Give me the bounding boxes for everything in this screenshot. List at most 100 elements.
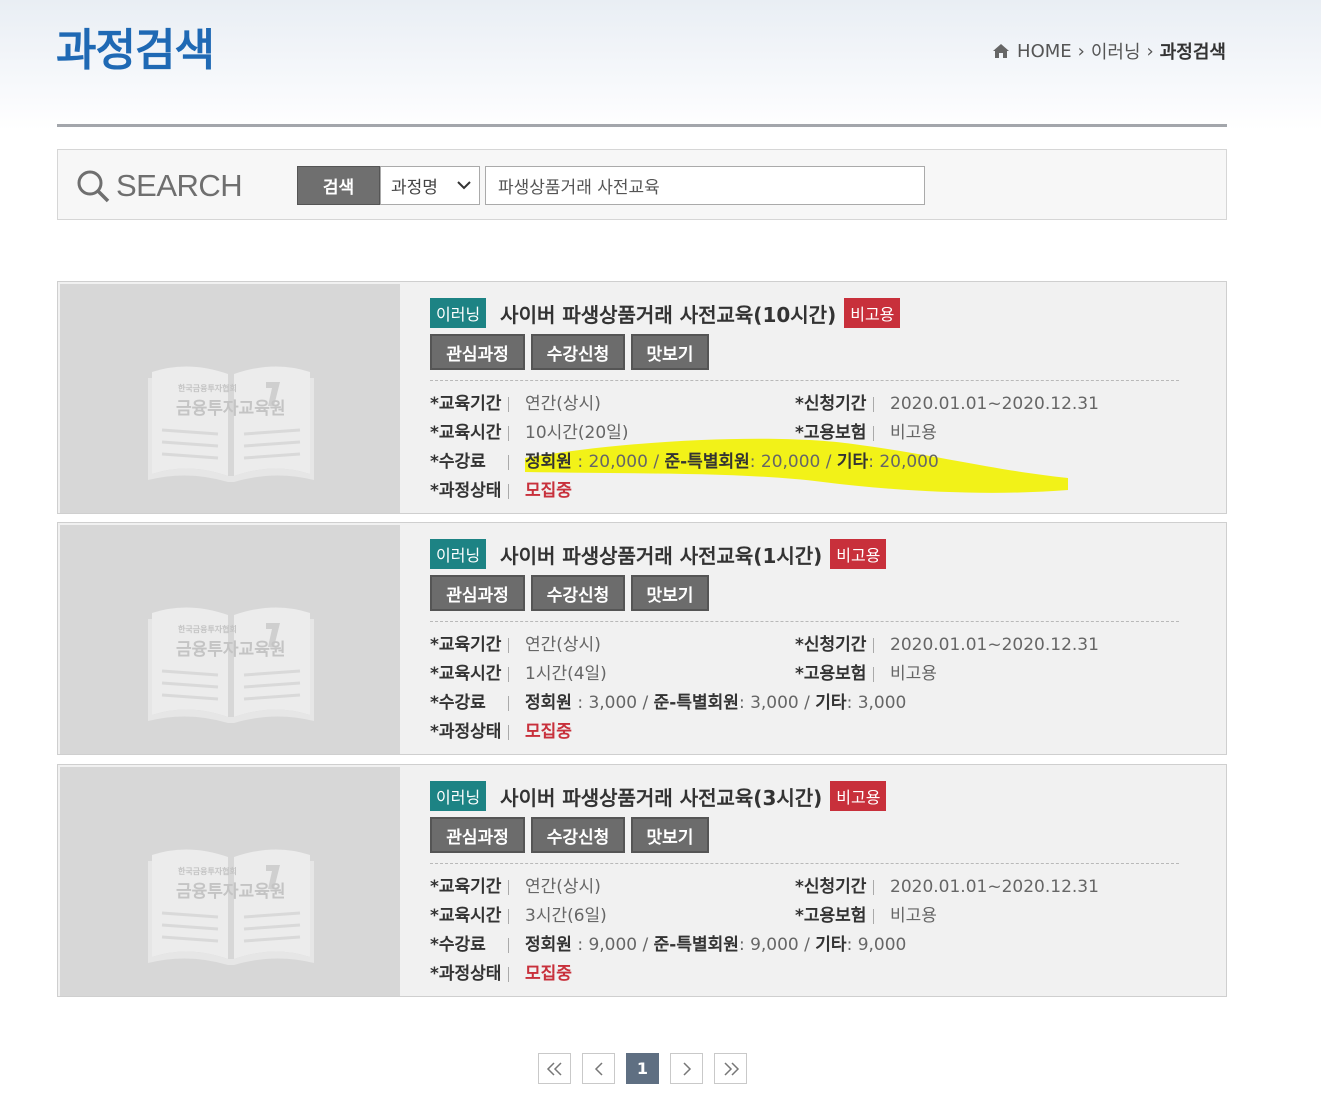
course-thumbnail[interactable]: 한국금융투자협회 금융투자교육원 [60, 525, 400, 754]
search-field-value: 과정명 [391, 178, 438, 198]
course-title-row: 이러닝 사이버 파생상품거래 사전교육(3시간) 비고용 [430, 781, 887, 811]
fee-regular-label: 정회원 [525, 935, 572, 955]
course-name[interactable]: 사이버 파생상품거래 사전교육(1시간) [500, 540, 822, 569]
interest-button[interactable]: 관심과정 [430, 817, 525, 853]
breadcrumb-home[interactable]: HOME [1017, 41, 1072, 62]
hours-value: 10시간(20일) [525, 423, 629, 443]
search-field-select[interactable]: 과정명 [380, 166, 480, 205]
course-name[interactable]: 사이버 파생상품거래 사전교육(3시간) [500, 782, 822, 811]
course-title-row: 이러닝 사이버 파생상품거래 사전교육(10시간) 비고용 [430, 298, 901, 328]
breadcrumb: HOME › 이러닝 › 과정검색 [993, 38, 1226, 64]
book-logo-icon [148, 366, 314, 482]
course-info-right: *신청기간 2020.01.01~2020.12.31 *고용보험 비고용 [795, 631, 1099, 689]
course-type-badge: 이러닝 [430, 298, 487, 328]
fee-regular-label: 정회원 [525, 693, 572, 713]
search-button[interactable]: 검색 [297, 166, 380, 205]
fee-value: 정회원 : 3,000 / 준-특별회원: 3,000 / 기타: 3,000 [525, 689, 906, 718]
interest-button[interactable]: 관심과정 [430, 334, 525, 370]
fee-associate-value: : 20,000 / [749, 452, 837, 472]
apply-label: *신청기간 [795, 635, 867, 655]
search-logo-text: SEARCH [116, 168, 243, 203]
last-page-button[interactable] [714, 1053, 747, 1084]
chevron-right-icon: › [1146, 40, 1154, 62]
hours-label: *교육시간 [430, 423, 502, 443]
search-logo: SEARCH [76, 168, 243, 204]
fee-value: 정회원 : 9,000 / 준-특별회원: 9,000 / 기타: 9,000 [525, 931, 906, 960]
period-value: 연간(상시) [525, 394, 601, 414]
search-panel: SEARCH 검색 과정명 파생상품거래 사전교육 [57, 149, 1227, 220]
insurance-value: 비고용 [890, 423, 937, 443]
enroll-button[interactable]: 수강신청 [531, 334, 625, 370]
preview-button[interactable]: 맛보기 [631, 334, 709, 370]
insurance-value: 비고용 [890, 664, 937, 684]
course-actions: 관심과정 수강신청 맛보기 [430, 334, 709, 370]
course-thumbnail[interactable]: 한국금융투자협회 금융투자교육원 [60, 284, 400, 513]
period-label: *교육기간 [430, 394, 502, 414]
fee-label: *수강료 [430, 935, 486, 955]
fee-regular-value: : 20,000 / [571, 452, 665, 472]
dashed-divider [430, 380, 1179, 381]
hours-value: 1시간(4일) [525, 664, 607, 684]
fee-associate-label: 준-특별회원 [653, 935, 739, 955]
preview-button[interactable]: 맛보기 [631, 575, 709, 611]
home-icon[interactable] [993, 44, 1010, 58]
course-card: 한국금융투자협회 금융투자교육원 이러닝 사이버 파생상품거래 사전교육(1시간… [57, 522, 1227, 755]
fee-other-value: : 20,000 [868, 452, 939, 472]
fee-associate-value: : 9,000 / [738, 935, 816, 955]
interest-button[interactable]: 관심과정 [430, 575, 525, 611]
fee-associate-value: : 3,000 / [738, 693, 816, 713]
enroll-button[interactable]: 수강신청 [531, 817, 625, 853]
course-name[interactable]: 사이버 파생상품거래 사전교육(10시간) [500, 299, 836, 328]
apply-label: *신청기간 [795, 877, 867, 897]
chevron-down-icon [457, 181, 471, 190]
thumbnail-org-small: 한국금융투자협회 [178, 625, 237, 634]
apply-value: 2020.01.01~2020.12.31 [890, 394, 1099, 414]
first-page-button[interactable] [538, 1053, 571, 1084]
fee-associate-label: 준-특별회원 [653, 693, 739, 713]
chevron-right-icon: › [1077, 40, 1085, 62]
apply-value: 2020.01.01~2020.12.31 [890, 635, 1099, 655]
insurance-badge: 비고용 [830, 539, 887, 569]
fee-regular-value: : 3,000 / [571, 693, 654, 713]
page-1-button[interactable]: 1 [626, 1053, 659, 1084]
period-value: 연간(상시) [525, 635, 601, 655]
hours-value: 3시간(6일) [525, 906, 607, 926]
next-page-button[interactable] [670, 1053, 703, 1084]
fee-other-label: 기타 [815, 935, 847, 955]
enroll-button[interactable]: 수강신청 [531, 575, 625, 611]
insurance-label: *고용보험 [795, 423, 867, 443]
fee-label: *수강료 [430, 452, 486, 472]
search-input[interactable]: 파생상품거래 사전교육 [485, 166, 925, 205]
fee-other-label: 기타 [836, 452, 869, 472]
thumbnail-org-small: 한국금융투자협회 [178, 384, 237, 393]
insurance-label: *고용보험 [795, 664, 867, 684]
pagination: 1 [538, 1053, 747, 1084]
course-thumbnail[interactable]: 한국금융투자협회 금융투자교육원 [60, 767, 400, 996]
status-value: 모집중 [525, 964, 572, 984]
title-divider [57, 124, 1227, 127]
breadcrumb-current: 과정검색 [1159, 42, 1226, 63]
course-actions: 관심과정 수강신청 맛보기 [430, 817, 709, 853]
breadcrumb-elearning[interactable]: 이러닝 [1091, 38, 1141, 64]
thumbnail-org-name: 금융투자교육원 [176, 640, 286, 660]
chevron-right-icon [682, 1061, 691, 1076]
page-title: 과정검색 [56, 25, 215, 76]
period-label: *교육기간 [430, 635, 502, 655]
preview-button[interactable]: 맛보기 [631, 817, 709, 853]
fee-associate-label: 준-특별회원 [664, 452, 750, 472]
fee-other-value: : 9,000 [846, 935, 907, 955]
course-info-right: *신청기간 2020.01.01~2020.12.31 *고용보험 비고용 [795, 390, 1099, 448]
period-value: 연간(상시) [525, 877, 601, 897]
course-card: 한국금융투자협회 금융투자교육원 이러닝 사이버 파생상품거래 사전교육(3시간… [57, 764, 1227, 997]
fee-other-value: : 3,000 [846, 693, 907, 713]
fee-value: 정회원 : 20,000 / 준-특별회원: 20,000 / 기타: 20,0… [525, 448, 939, 477]
apply-label: *신청기간 [795, 394, 867, 414]
insurance-badge: 비고용 [844, 298, 901, 328]
fee-regular-value: : 9,000 / [571, 935, 654, 955]
book-logo-icon [148, 849, 314, 965]
status-label: *과정상태 [430, 964, 502, 984]
prev-page-button[interactable] [582, 1053, 615, 1084]
status-label: *과정상태 [430, 722, 502, 742]
double-chevron-right-icon [723, 1061, 739, 1076]
thumbnail-org-name: 금융투자교육원 [176, 399, 286, 419]
